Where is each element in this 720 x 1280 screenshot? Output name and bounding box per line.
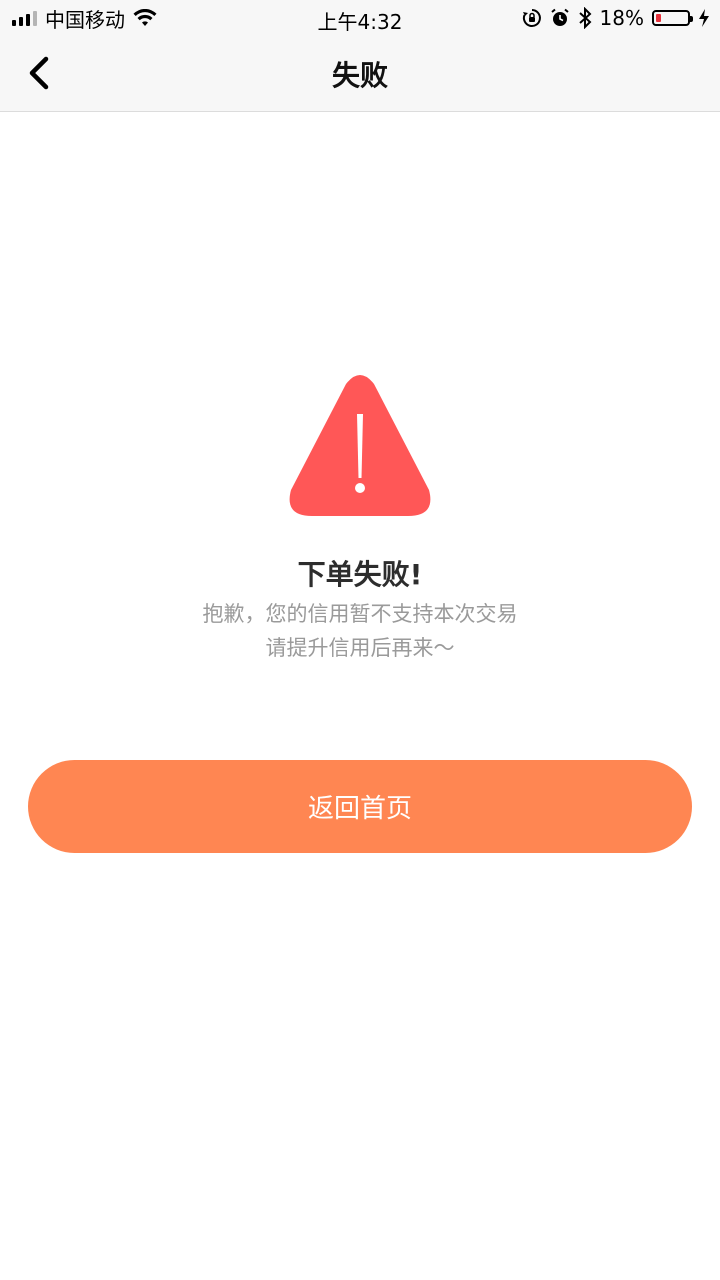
status-bar: 中国移动 上午4:32 18% xyxy=(0,0,720,36)
return-home-button[interactable]: 返回首页 xyxy=(28,760,692,853)
warning-triangle-icon xyxy=(289,375,431,516)
bluetooth-icon xyxy=(578,7,591,29)
result-message-line2: 请提升信用后再来～ xyxy=(265,636,455,660)
status-right: 18% xyxy=(522,5,710,31)
navigation-bar: 失败 xyxy=(0,36,720,112)
alarm-icon xyxy=(550,8,569,26)
battery-icon xyxy=(652,10,693,26)
charging-icon xyxy=(699,9,709,27)
page-title: 失败 xyxy=(331,59,388,92)
orientation-lock-icon xyxy=(522,9,541,27)
battery-fill xyxy=(656,14,661,22)
result-title: 下单失败! xyxy=(297,558,423,591)
battery-percent: 18% xyxy=(599,6,644,30)
result-message-line1: 抱歉，您的信用暂不支持本次交易 xyxy=(202,602,518,626)
